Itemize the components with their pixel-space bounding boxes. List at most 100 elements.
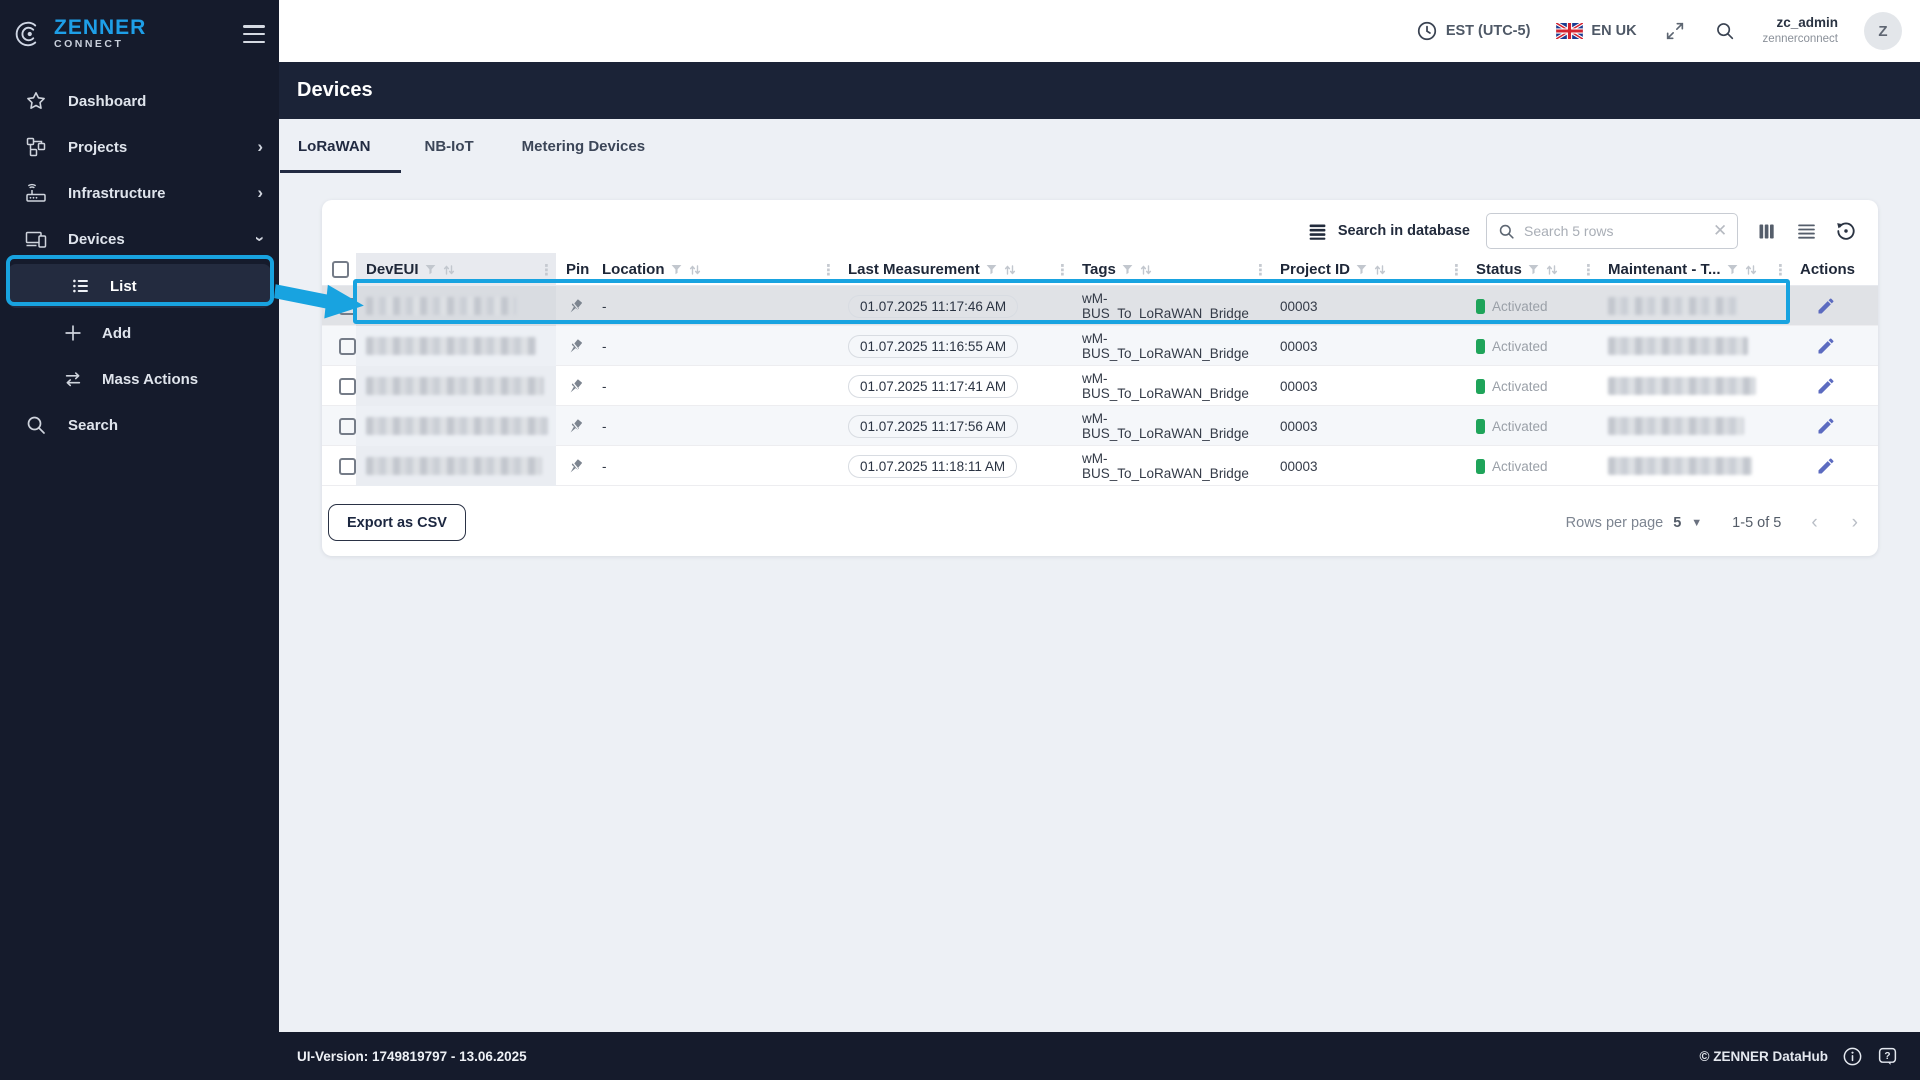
table-toolbar: Search in database ✕	[322, 200, 1878, 249]
column-header-pin[interactable]: Pin	[556, 253, 592, 286]
tab-metering-devices[interactable]: Metering Devices	[498, 119, 669, 173]
edit-pencil-icon[interactable]	[1812, 372, 1840, 400]
filter-icon[interactable]	[424, 263, 437, 276]
table-header-row: DevEUI ⋮ Pin Location ⋮ Last Measurement…	[322, 253, 1878, 286]
timezone-selector[interactable]: EST (UTC-5)	[1416, 20, 1531, 42]
rows-per-page-select[interactable]: Rows per page 5 ▼	[1566, 515, 1703, 531]
location-cell: -	[602, 458, 607, 474]
column-header-maintenant[interactable]: Maintenant - T... ⋮	[1598, 253, 1790, 286]
language-selector[interactable]: EN UK	[1556, 23, 1637, 39]
column-menu-icon[interactable]: ⋮	[1253, 261, 1270, 279]
menu-hamburger-icon[interactable]	[243, 25, 265, 43]
row-checkbox[interactable]	[339, 297, 356, 315]
edit-pencil-icon[interactable]	[1812, 412, 1840, 440]
table-search-input[interactable]	[1524, 223, 1705, 239]
avatar[interactable]: Z	[1864, 12, 1902, 50]
pushpin-icon[interactable]	[566, 457, 585, 476]
table-row[interactable]: - 01.07.2025 11:17:41 AM wM-BUS_To_LoRaW…	[322, 366, 1878, 406]
location-cell: -	[602, 338, 607, 354]
sort-icon[interactable]	[688, 263, 702, 277]
tags-cell: wM-BUS_To_LoRaWAN_Bridge	[1082, 451, 1249, 481]
sidebar-item-infrastructure[interactable]: Infrastructure ›	[0, 170, 279, 216]
tab-nbiot[interactable]: NB-IoT	[401, 119, 498, 173]
table-row[interactable]: - 01.07.2025 11:17:46 AM wM-BUS_To_LoRaW…	[322, 286, 1878, 326]
select-all-checkbox[interactable]	[332, 261, 349, 278]
filter-icon[interactable]	[1527, 263, 1540, 276]
column-menu-icon[interactable]: ⋮	[821, 261, 838, 279]
column-header-deveui[interactable]: DevEUI ⋮	[356, 253, 556, 286]
sort-icon[interactable]	[1003, 263, 1017, 277]
user-name: zc_admin	[1776, 15, 1838, 31]
pushpin-icon[interactable]	[566, 337, 585, 356]
table-row[interactable]: - 01.07.2025 11:16:55 AM wM-BUS_To_LoRaW…	[322, 326, 1878, 366]
row-checkbox[interactable]	[339, 417, 356, 435]
columns-icon[interactable]	[1754, 219, 1778, 243]
filter-icon[interactable]	[985, 263, 998, 276]
user-menu[interactable]: zc_admin zennerconnect	[1763, 15, 1838, 46]
pushpin-icon[interactable]	[566, 377, 585, 396]
column-header-status[interactable]: Status ⋮	[1466, 253, 1598, 286]
column-header-location[interactable]: Location ⋮	[592, 253, 838, 286]
filter-icon[interactable]	[1726, 263, 1739, 276]
search-icon	[24, 413, 48, 437]
filter-icon[interactable]	[670, 263, 683, 276]
row-checkbox[interactable]	[339, 377, 356, 395]
column-header-last-measurement[interactable]: Last Measurement ⋮	[838, 253, 1072, 286]
sort-icon[interactable]	[442, 263, 456, 277]
pushpin-icon[interactable]	[566, 417, 585, 436]
brand-logo-icon[interactable]	[14, 19, 44, 49]
timezone-label: EST (UTC-5)	[1445, 23, 1531, 39]
column-header-tags[interactable]: Tags ⋮	[1072, 253, 1270, 286]
column-header-project-id[interactable]: Project ID ⋮	[1270, 253, 1466, 286]
column-header-actions: Actions	[1800, 261, 1856, 278]
sidebar-item-search[interactable]: Search	[0, 402, 279, 448]
edit-pencil-icon[interactable]	[1812, 452, 1840, 480]
pushpin-icon[interactable]	[566, 297, 585, 316]
sidebar-item-mass-actions[interactable]: Mass Actions	[0, 356, 279, 402]
table-row[interactable]: - 01.07.2025 11:17:56 AM wM-BUS_To_LoRaW…	[322, 406, 1878, 446]
status-badge: Activated	[1476, 378, 1548, 394]
status-badge: Activated	[1476, 338, 1548, 354]
sort-icon[interactable]	[1744, 263, 1758, 277]
sidebar-item-projects[interactable]: Projects ›	[0, 124, 279, 170]
edit-pencil-icon[interactable]	[1812, 292, 1840, 320]
column-menu-icon[interactable]: ⋮	[1055, 261, 1072, 279]
sidebar-item-label: Dashboard	[68, 92, 147, 110]
filter-icon[interactable]	[1121, 263, 1134, 276]
filter-icon[interactable]	[1355, 263, 1368, 276]
row-checkbox[interactable]	[339, 457, 356, 475]
devices-icon	[24, 227, 48, 251]
sidebar-item-label: Search	[68, 416, 119, 434]
sidebar-item-label: List	[110, 277, 137, 295]
edit-pencil-icon[interactable]	[1812, 332, 1840, 360]
sidebar-item-dashboard[interactable]: Dashboard	[0, 78, 279, 124]
search-in-database-toggle[interactable]: Search in database	[1307, 221, 1470, 242]
restore-history-icon[interactable]	[1834, 219, 1858, 243]
sort-icon[interactable]	[1545, 263, 1559, 277]
row-checkbox[interactable]	[339, 337, 356, 355]
global-search-icon[interactable]	[1713, 19, 1737, 43]
plus-icon	[62, 322, 84, 344]
previous-page-icon[interactable]: ‹	[1811, 513, 1817, 532]
sort-icon[interactable]	[1373, 263, 1387, 277]
help-icon[interactable]: ?	[1877, 1046, 1898, 1067]
tabs-bar: LoRaWAN NB-IoT Metering Devices	[279, 119, 1920, 173]
fullscreen-icon[interactable]	[1663, 19, 1687, 43]
clear-search-icon[interactable]: ✕	[1713, 221, 1727, 241]
sidebar-item-add[interactable]: Add	[0, 310, 279, 356]
info-icon[interactable]	[1842, 1046, 1863, 1067]
row-density-icon[interactable]	[1794, 219, 1818, 243]
next-page-icon[interactable]: ›	[1852, 513, 1858, 532]
column-menu-icon[interactable]: ⋮	[1581, 261, 1598, 279]
sidebar-item-devices[interactable]: Devices ›	[0, 216, 279, 262]
export-csv-button[interactable]: Export as CSV	[328, 504, 466, 541]
table-row[interactable]: - 01.07.2025 11:18:11 AM wM-BUS_To_LoRaW…	[322, 446, 1878, 486]
sidebar-item-label: Projects	[68, 138, 128, 156]
column-menu-icon[interactable]: ⋮	[1449, 261, 1466, 279]
sidebar-item-list[interactable]: List	[8, 264, 271, 308]
column-menu-icon[interactable]: ⋮	[539, 261, 556, 279]
tab-lorawan[interactable]: LoRaWAN	[280, 119, 401, 173]
column-menu-icon[interactable]: ⋮	[1773, 261, 1790, 279]
sort-icon[interactable]	[1139, 263, 1153, 277]
project-id-cell: 00003	[1280, 298, 1318, 314]
